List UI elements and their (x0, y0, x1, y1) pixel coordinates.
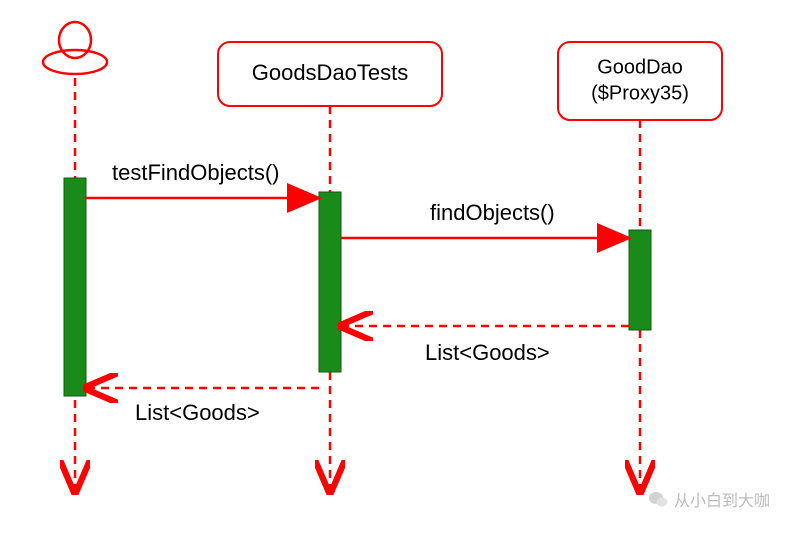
activation-tests (319, 192, 341, 372)
message-call1-label: testFindObjects() (112, 160, 280, 185)
participant-dao-label1: GoodDao (597, 56, 683, 78)
message-ret2-label: List<Goods> (135, 400, 260, 425)
activation-actor (64, 178, 86, 396)
message-call2-label: findObjects() (430, 200, 555, 225)
watermark: 从小白到大咖 (648, 487, 770, 511)
participant-dao-box (558, 42, 722, 120)
participant-dao-label2: ($Proxy35) (591, 82, 689, 104)
message-ret1-label: List<Goods> (425, 340, 550, 365)
watermark-text: 从小白到大咖 (674, 487, 770, 511)
diagram-svg: GoodsDaoTests GoodDao ($Proxy35) testFin… (0, 0, 800, 539)
actor-icon (43, 22, 107, 74)
participant-tests-label: GoodsDaoTests (252, 60, 409, 85)
wechat-icon (648, 490, 668, 508)
sequence-diagram: GoodsDaoTests GoodDao ($Proxy35) testFin… (0, 0, 800, 539)
activation-dao (629, 230, 651, 330)
